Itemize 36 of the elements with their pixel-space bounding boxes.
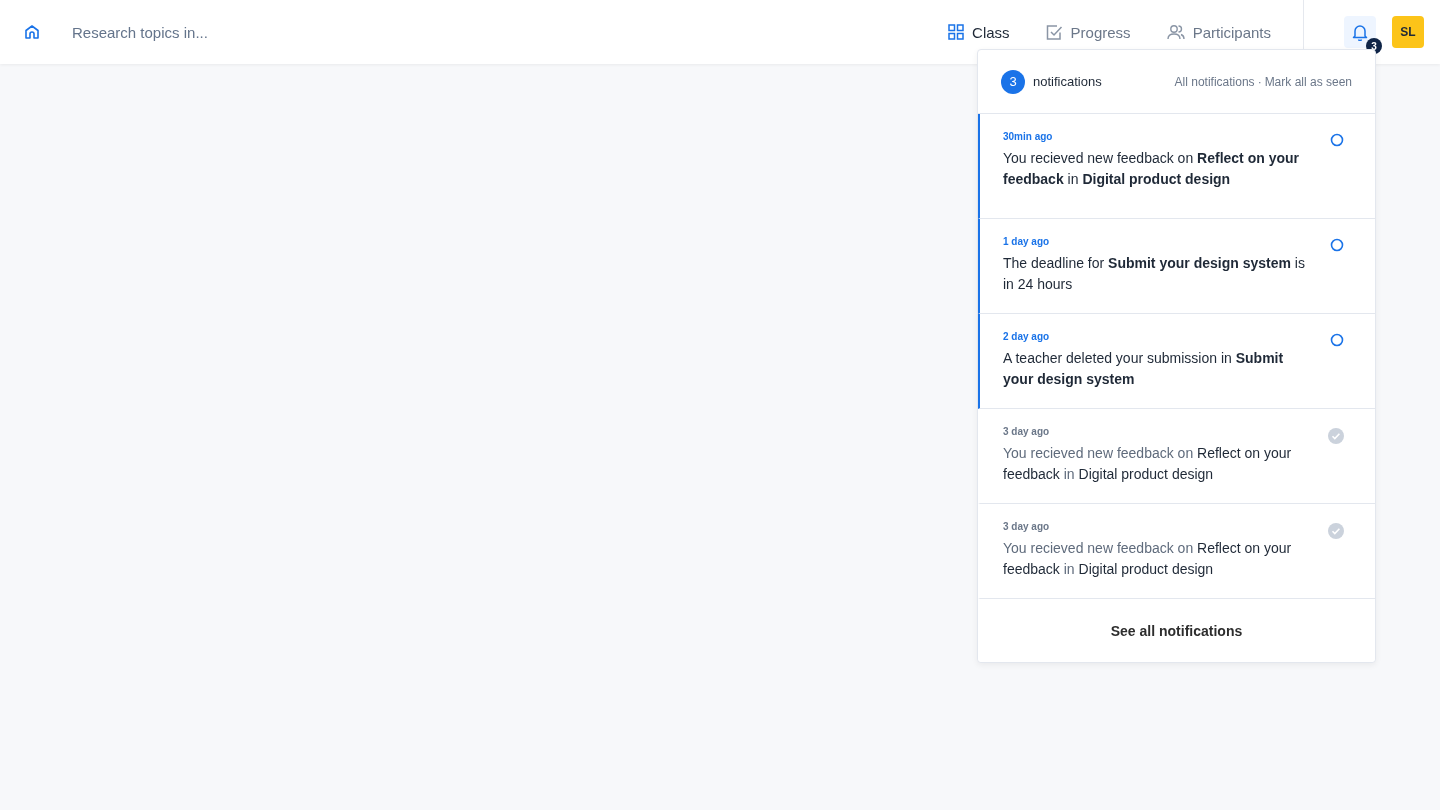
unread-circle-icon[interactable] [1330, 133, 1344, 147]
all-notifications-link[interactable]: All notifications [1174, 74, 1255, 89]
notifications-button[interactable] [1344, 16, 1376, 48]
notification-text: The deadline for Submit your design system is in 24 hours [1003, 254, 1306, 294]
nav-tab[interactable]: Class [948, 23, 1010, 41]
bell-icon [1352, 23, 1368, 41]
unread-circle-icon[interactable] [1330, 333, 1344, 347]
notification-text: A teacher deleted your submission in Submit your design system [1003, 349, 1285, 389]
nav-tab[interactable]: Participants [1166, 23, 1271, 41]
notification-time: 30min ago [1003, 131, 1054, 142]
checkbox-icon [1045, 23, 1063, 41]
notification-time: 1 day ago [1003, 236, 1051, 247]
nav-tab[interactable]: Progress [1045, 23, 1131, 41]
notification-item[interactable]: 3 day ago You recieved new feedback on Reflect on your feedback in Digital product design [978, 409, 1375, 504]
people-icon [1166, 24, 1185, 40]
notification-text: You recieved new feedback on Reflect on your feedback in Digital product design [1003, 444, 1293, 484]
see-all-notifications-button[interactable]: See all notifications [978, 599, 1375, 662]
home-icon[interactable] [24, 24, 40, 40]
notification-item[interactable]: 2 day ago A teacher deleted your submission in Submit your design system [978, 314, 1375, 409]
grid-icon [948, 24, 965, 40]
notification-item[interactable]: 30min ago You recieved new feedback on Reflect on your feedback in Digital product design [978, 114, 1375, 219]
user-avatar[interactable]: SL [1392, 16, 1424, 48]
notification-time: 3 day ago [1003, 426, 1051, 437]
notification-time: 2 day ago [1003, 331, 1051, 342]
notification-text: You recieved new feedback on Reflect on your feedback in Digital product design [1003, 149, 1300, 189]
notification-time: 3 day ago [1003, 521, 1051, 532]
check-circle-icon [1328, 523, 1344, 539]
panel-title: notifications [1033, 74, 1102, 89]
mark-all-seen-link[interactable]: Mark all as seen [1264, 74, 1352, 89]
count-badge: 3 [1001, 69, 1025, 94]
notification-text: You recieved new feedback on Reflect on your feedback in Digital product design [1003, 539, 1293, 579]
unread-circle-icon[interactable] [1330, 238, 1344, 252]
page-title: Research topics in... [72, 23, 208, 41]
notification-item[interactable]: 1 day ago The deadline for Submit your design system is in 24 hours [978, 219, 1375, 314]
separator: · [1257, 74, 1262, 89]
check-circle-icon [1328, 428, 1344, 444]
